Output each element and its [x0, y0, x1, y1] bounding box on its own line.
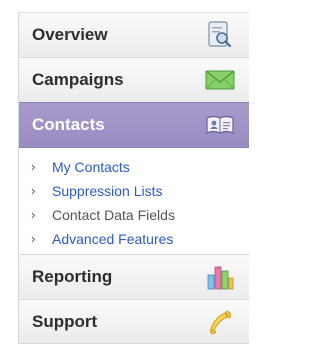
contacts-submenu: › My Contacts › Suppression Lists › Cont… [19, 147, 249, 254]
submenu-item-label: Contact Data Fields [52, 207, 175, 223]
nav-item-contacts[interactable]: Contacts [19, 102, 249, 147]
nav-item-overview[interactable]: Overview [19, 12, 249, 57]
chevron-right-icon: › [31, 183, 36, 199]
nav-item-label: Campaigns [32, 70, 124, 89]
nav-item-support[interactable]: Support [19, 299, 249, 344]
submenu-item-advanced-features[interactable]: › Advanced Features [19, 227, 249, 251]
chevron-right-icon: › [31, 207, 36, 223]
nav-item-label: Contacts [32, 115, 105, 134]
submenu-item-my-contacts[interactable]: › My Contacts [19, 155, 249, 179]
submenu-item-label: Suppression Lists [52, 183, 163, 199]
nav-item-label: Support [32, 311, 98, 331]
chevron-right-icon: › [31, 159, 36, 175]
bar-chart-icon [205, 263, 235, 291]
submenu-item-suppression-lists[interactable]: › Suppression Lists [19, 179, 249, 203]
magnifier-icon [205, 21, 235, 49]
envelope-icon [205, 66, 235, 94]
chevron-right-icon: › [31, 231, 36, 247]
nav-item-campaigns[interactable]: Campaigns [19, 57, 249, 102]
nav-item-label: Reporting [32, 267, 113, 286]
telephone-icon [205, 308, 235, 336]
submenu-item-contact-data-fields[interactable]: › Contact Data Fields [19, 203, 249, 227]
side-navigation: Overview Campaigns Contacts › My Contact… [18, 12, 249, 344]
submenu-item-label: Advanced Features [52, 231, 174, 247]
address-book-icon [205, 111, 235, 139]
nav-item-reporting[interactable]: Reporting [19, 254, 249, 299]
submenu-item-label: My Contacts [52, 159, 130, 175]
nav-item-label: Overview [32, 25, 108, 44]
